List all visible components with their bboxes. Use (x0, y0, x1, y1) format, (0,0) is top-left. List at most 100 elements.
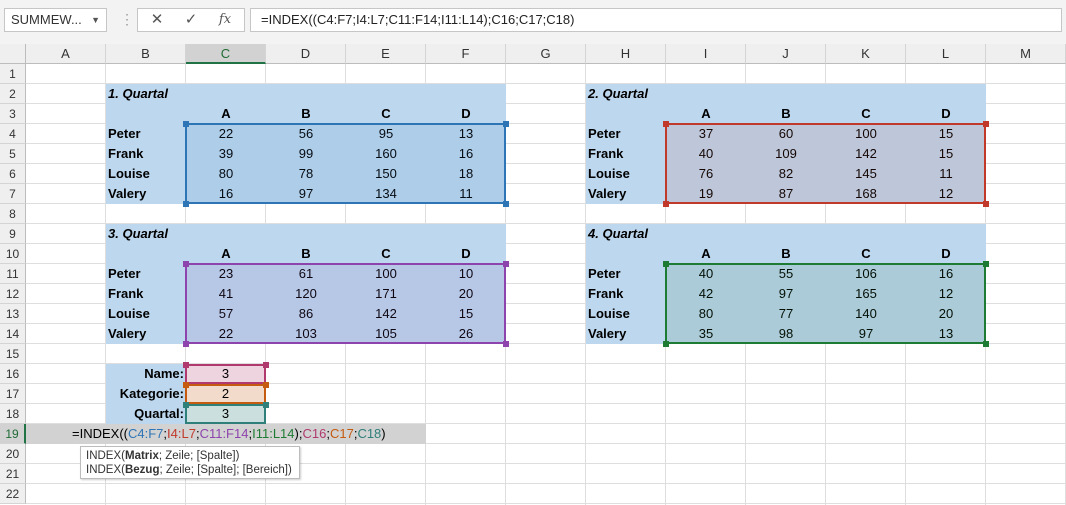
input-value[interactable]: 2 (185, 384, 266, 404)
range-highlight (665, 263, 986, 344)
range-resize-handle[interactable] (183, 362, 189, 368)
row-header-13[interactable]: 13 (0, 304, 26, 324)
quarter-title: 2. Quartal (588, 86, 648, 101)
quarter-title: 4. Quartal (588, 226, 648, 241)
column-header-e[interactable]: E (346, 44, 426, 64)
range-resize-handle[interactable] (183, 402, 189, 408)
range-resize-handle[interactable] (503, 121, 509, 127)
column-header-g[interactable]: G (506, 44, 586, 64)
range-resize-handle[interactable] (183, 121, 189, 127)
tooltip-line-matrix[interactable]: INDEX(Matrix; Zeile; [Spalte]) (86, 449, 294, 463)
formula-bar-divider: ⋮ (120, 8, 134, 32)
range-resize-handle[interactable] (663, 261, 669, 267)
row-header-7[interactable]: 7 (0, 184, 26, 204)
column-header-l[interactable]: L (906, 44, 986, 64)
row-header-20[interactable]: 20 (0, 444, 26, 464)
category-header: A (221, 246, 231, 261)
range-resize-handle[interactable] (983, 341, 989, 347)
category-header: A (701, 106, 711, 121)
row-header-15[interactable]: 15 (0, 344, 26, 364)
ref-c16: C16 (302, 426, 327, 441)
row-header-6[interactable]: 6 (0, 164, 26, 184)
person-name: Louise (108, 306, 150, 321)
person-name: Peter (588, 266, 621, 281)
row-header-14[interactable]: 14 (0, 324, 26, 344)
range-resize-handle[interactable] (983, 201, 989, 207)
category-header: D (461, 106, 471, 121)
range-resize-handle[interactable] (183, 382, 189, 388)
input-value[interactable]: 3 (185, 364, 266, 384)
column-header-h[interactable]: H (586, 44, 666, 64)
chevron-down-icon[interactable]: ▼ (91, 9, 100, 31)
cell-formula-text[interactable]: =INDEX((C4:F7;I4:L7;C11:F14;I11:L14);C16… (72, 424, 386, 444)
category-header: C (381, 246, 391, 261)
row-header-2[interactable]: 2 (0, 84, 26, 104)
row-header-8[interactable]: 8 (0, 204, 26, 224)
range-resize-handle[interactable] (983, 121, 989, 127)
range-resize-handle[interactable] (183, 201, 189, 207)
input-label: Quartal: (134, 406, 184, 421)
row-header-10[interactable]: 10 (0, 244, 26, 264)
row-header-18[interactable]: 18 (0, 404, 26, 424)
range-resize-handle[interactable] (663, 201, 669, 207)
person-name: Peter (588, 126, 621, 141)
input-value[interactable]: 3 (185, 404, 266, 424)
column-header-a[interactable]: A (26, 44, 106, 64)
column-header-f[interactable]: F (426, 44, 506, 64)
row-header-22[interactable]: 22 (0, 484, 26, 504)
name-box[interactable]: SUMMEW... ▼ (4, 8, 107, 32)
select-all-corner[interactable] (0, 44, 26, 64)
range-highlight (665, 123, 986, 204)
ref-c4-f7: C4:F7 (127, 426, 164, 441)
quarter-title: 1. Quartal (108, 86, 168, 101)
row-header-19[interactable]: 19 (0, 424, 26, 444)
range-resize-handle[interactable] (263, 362, 269, 368)
ref-i11-l14: I11:L14 (252, 426, 295, 441)
row-header-21[interactable]: 21 (0, 464, 26, 484)
range-resize-handle[interactable] (663, 121, 669, 127)
row-header-3[interactable]: 3 (0, 104, 26, 124)
row-header-17[interactable]: 17 (0, 384, 26, 404)
range-resize-handle[interactable] (263, 402, 269, 408)
range-resize-handle[interactable] (263, 382, 269, 388)
column-header-c[interactable]: C (186, 44, 266, 64)
formula-input[interactable]: =INDEX((C4:F7;I4:L7;C11:F14;I11:L14);C16… (250, 8, 1062, 32)
column-header-j[interactable]: J (746, 44, 826, 64)
range-resize-handle[interactable] (183, 341, 189, 347)
range-resize-handle[interactable] (503, 341, 509, 347)
column-header-k[interactable]: K (826, 44, 906, 64)
row-header-4[interactable]: 4 (0, 124, 26, 144)
person-name: Louise (108, 166, 150, 181)
range-resize-handle[interactable] (983, 261, 989, 267)
row-header-12[interactable]: 12 (0, 284, 26, 304)
formula-buttons: ✕ ✓ fx (137, 8, 245, 32)
category-header: C (381, 106, 391, 121)
column-header-m[interactable]: M (986, 44, 1066, 64)
ref-c17: C17 (329, 426, 354, 441)
row-header-5[interactable]: 5 (0, 144, 26, 164)
person-name: Valery (108, 326, 147, 341)
column-header-d[interactable]: D (266, 44, 346, 64)
tooltip-line-bezug[interactable]: INDEX(Bezug; Zeile; [Spalte]; [Bereich]) (86, 463, 294, 477)
enter-check-icon[interactable]: ✓ (174, 9, 208, 31)
category-header: D (941, 106, 951, 121)
range-resize-handle[interactable] (663, 341, 669, 347)
range-resize-handle[interactable] (183, 261, 189, 267)
cancel-icon[interactable]: ✕ (140, 9, 174, 31)
row-header-9[interactable]: 9 (0, 224, 26, 244)
row-header-1[interactable]: 1 (0, 64, 26, 84)
category-header: B (301, 246, 311, 261)
quarter-title: 3. Quartal (108, 226, 168, 241)
category-header: A (221, 106, 231, 121)
range-resize-handle[interactable] (503, 201, 509, 207)
column-header-i[interactable]: I (666, 44, 746, 64)
range-resize-handle[interactable] (503, 261, 509, 267)
row-header-16[interactable]: 16 (0, 364, 26, 384)
range-highlight (185, 123, 506, 204)
row-header-11[interactable]: 11 (0, 264, 26, 284)
column-header-b[interactable]: B (106, 44, 186, 64)
insert-function-icon[interactable]: fx (208, 9, 242, 31)
category-header: A (701, 246, 711, 261)
person-name: Valery (588, 326, 627, 341)
category-header: B (781, 106, 791, 121)
